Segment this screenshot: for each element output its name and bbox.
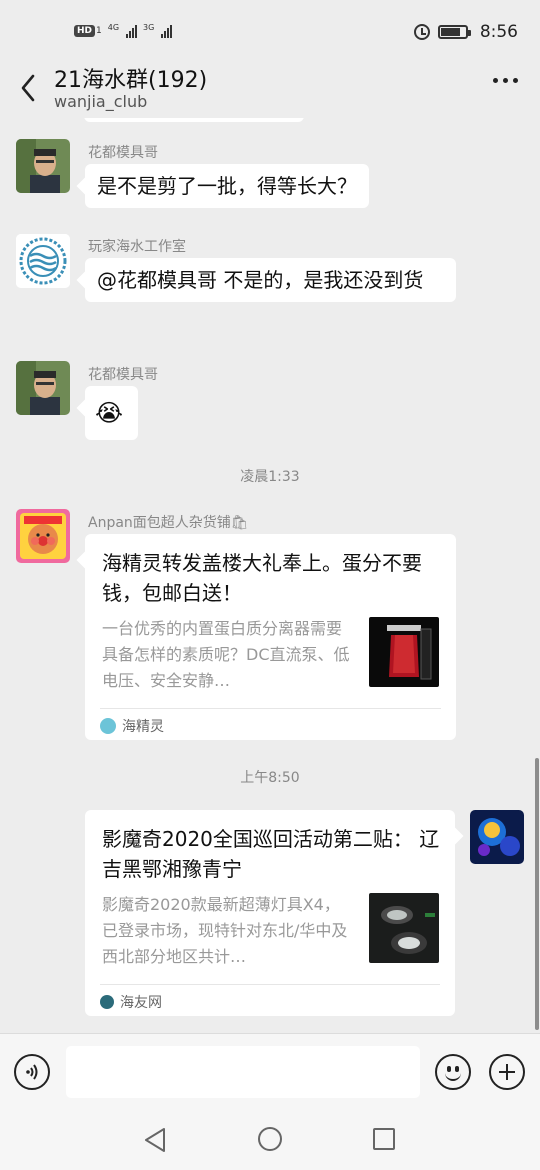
avatar-wanjia[interactable] [16,234,70,288]
status-right: 8:56 [413,22,518,42]
avatar-image [470,810,524,864]
previous-message-bubble[interactable] [84,118,304,122]
nav-home-icon[interactable] [258,1127,282,1151]
card-description: 影魔奇2020款最新超薄灯具X4，已登录市场，现特针对东北/华中及西北部分地区共… [102,895,348,966]
input-bar [0,1033,540,1110]
sender-name: 花都模具哥 [88,367,158,383]
emoji-mouth [445,1071,461,1081]
system-nav-bar [0,1110,540,1170]
avatar-self[interactable] [470,810,524,864]
time-separator: 上午8:50 [240,770,300,786]
nav-back-icon[interactable] [143,1127,167,1153]
message-input[interactable] [66,1046,420,1098]
time-separator: 凌晨1:33 [240,469,300,485]
emoji-button[interactable] [435,1054,471,1090]
card-description: 一台优秀的内置蛋白质分离器需要具备怎样的素质呢？DC直流泵、低电压、安全安静… [102,619,350,690]
avatar-anpan[interactable] [16,509,70,563]
alarm-icon [413,24,430,40]
card-title: 影魔奇2020全国巡回活动第二贴： 辽吉黑鄂湘豫青宁 [102,827,440,881]
card-thumbnail [369,617,439,687]
message-bubble[interactable]: 是不是剪了一批，得等长大？ [85,164,369,208]
chat-header: 21海水群(192) wanjia_club [0,60,540,118]
card-divider [100,708,441,709]
chat-title: 21海水群(192) [54,68,208,93]
avatar-huadu[interactable] [16,139,70,193]
message-bubble[interactable]: 😭 [85,386,138,440]
card-source: 海精灵 [100,716,164,736]
avatar-huadu[interactable] [16,361,70,415]
network-label-3g: 3G [143,22,155,32]
card-thumbnail [369,893,439,963]
back-button[interactable] [14,70,42,106]
message-bubble[interactable]: @花都模具哥 不是的，是我还没到货 [85,258,456,302]
more-button[interactable] [493,78,518,83]
voice-button[interactable] [14,1054,50,1090]
more-dot [503,78,508,83]
skimmer-image [369,617,439,687]
signal-icon [126,24,138,38]
sender-name: 玩家海水工作室 [88,239,186,255]
share-card[interactable]: 影魔奇2020全国巡回活动第二贴： 辽吉黑鄂湘豫青宁 影魔奇2020款最新超薄灯… [85,810,455,1016]
nav-recent-icon[interactable] [373,1128,395,1150]
more-dot [513,78,518,83]
hd-sub: 1 [96,26,102,36]
source-name: 海友网 [120,995,162,1011]
chat-area[interactable]: 花都模具哥 是不是剪了一批，得等长大？ 玩家海水工作室 @花都模具哥 不是的，是… [0,118,540,1033]
card-title: 海精灵转发盖楼大礼奉上。蛋分不要钱，包邮白送！ [102,551,422,605]
chat-subtitle: wanjia_club [54,92,148,111]
message-text: 是不是剪了一批，得等长大？ [97,174,357,198]
card-divider [100,984,440,985]
avatar-image [16,139,70,193]
share-card[interactable]: 海精灵转发盖楼大礼奉上。蛋分不要钱，包邮白送！ 一台优秀的内置蛋白质分离器需要具… [85,534,456,740]
battery-icon [437,25,471,39]
scrollbar[interactable] [535,758,539,1030]
source-icon [100,718,116,734]
network-label-4g: 4G [107,22,120,32]
avatar-image [16,509,70,563]
status-bar: HD 1 4G 3G 8:56 [0,0,540,60]
hd-badge: HD [74,25,96,37]
chevron-left-icon [21,74,35,102]
avatar-logo-image [16,234,70,288]
status-left: HD 1 4G 3G [74,22,173,38]
plus-button[interactable] [489,1054,525,1090]
source-icon [100,995,114,1009]
more-dot [493,78,498,83]
message-text: @花都模具哥 不是的，是我还没到货 [97,268,424,292]
status-time: 8:56 [479,22,518,42]
sender-name: 花都模具哥 [88,145,158,161]
source-name: 海精灵 [122,719,164,735]
crying-emoji: 😭 [95,399,124,427]
voice-icon [26,1064,38,1080]
signal-icon-2 [161,24,173,38]
light-fixture-image [369,893,439,963]
avatar-image [16,361,70,415]
card-source: 海友网 [100,992,162,1012]
sender-name: Anpan面包超人杂货铺🛍 [88,515,249,531]
